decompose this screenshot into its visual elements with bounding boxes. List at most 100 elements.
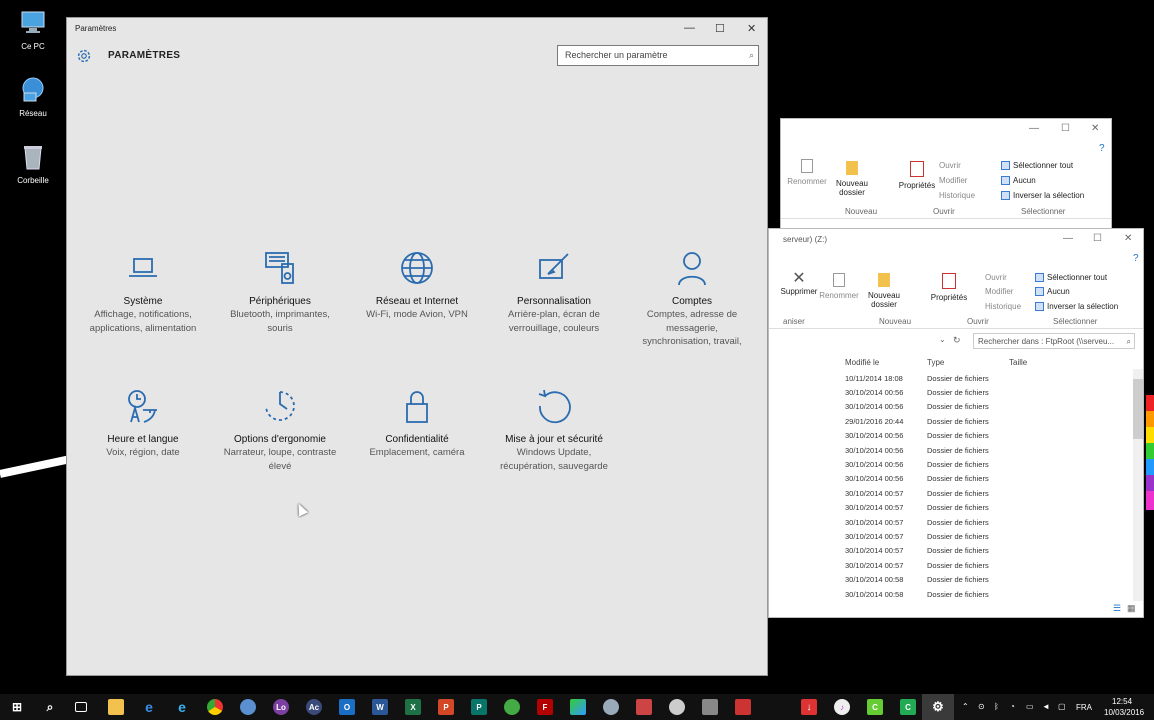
table-row[interactable]: 30/10/2014 00:57 Dossier de fichiers bbox=[845, 558, 1135, 572]
chrome-icon[interactable] bbox=[207, 699, 223, 715]
explorer-window-front[interactable]: serveur) (Z:) — ☐ ✕ ? ✕ Supprimer Renomm… bbox=[768, 228, 1144, 618]
details-view-icon[interactable]: ☰ bbox=[1113, 603, 1121, 614]
table-row[interactable]: 29/01/2016 20:44 Dossier de fichiers bbox=[845, 414, 1135, 428]
history-button[interactable]: Historique bbox=[939, 191, 975, 200]
desktop-icon-reseau[interactable]: Réseau bbox=[8, 75, 58, 118]
invert-selection-button[interactable]: Inverser la sélection bbox=[1035, 302, 1118, 311]
app-icon[interactable]: C bbox=[900, 699, 916, 715]
table-row[interactable]: 30/10/2014 00:56 Dossier de fichiers bbox=[845, 385, 1135, 399]
settings-tile-personnalisation[interactable]: Personnalisation Arrière-plan, écran de … bbox=[494, 250, 614, 335]
properties-button[interactable]: Propriétés bbox=[897, 161, 937, 190]
rename-button[interactable]: Renommer bbox=[787, 159, 827, 186]
delete-button[interactable]: ✕ Supprimer bbox=[779, 271, 819, 297]
new-folder-button[interactable]: Nouveau dossier bbox=[865, 273, 903, 309]
select-all-button[interactable]: Sélectionner tout bbox=[1001, 161, 1073, 170]
vertical-scrollbar[interactable] bbox=[1133, 369, 1143, 601]
help-icon[interactable]: ? bbox=[1133, 253, 1139, 264]
table-row[interactable]: 30/10/2014 00:57 Dossier de fichiers bbox=[845, 501, 1135, 515]
close-icon[interactable]: ✕ bbox=[747, 22, 756, 35]
settings-tile-confidentialite[interactable]: Confidentialité Emplacement, caméra bbox=[357, 388, 477, 460]
filezilla-icon[interactable]: F bbox=[537, 699, 553, 715]
settings-taskbar-icon[interactable]: ⚙ bbox=[930, 699, 946, 715]
settings-tile-mise-a-jour[interactable]: Mise à jour et sécurité Windows Update, … bbox=[494, 388, 614, 473]
search-icon[interactable]: ⌕ bbox=[42, 699, 58, 715]
new-folder-button[interactable]: Nouveau dossier bbox=[833, 161, 871, 197]
open-button[interactable]: Ouvrir bbox=[939, 161, 961, 170]
clock-time[interactable]: 12:54 bbox=[1112, 697, 1132, 706]
app-icon[interactable] bbox=[702, 699, 718, 715]
outlook-icon[interactable]: O bbox=[339, 699, 355, 715]
select-none-button[interactable]: Aucun bbox=[1035, 287, 1070, 296]
clock-date[interactable]: 10/03/2016 bbox=[1104, 708, 1144, 717]
powerpoint-icon[interactable]: P bbox=[438, 699, 454, 715]
scrollbar-thumb[interactable] bbox=[1133, 379, 1143, 439]
table-row[interactable]: 30/10/2014 00:56 Dossier de fichiers bbox=[845, 443, 1135, 457]
minimize-icon[interactable]: — bbox=[1029, 123, 1039, 134]
tray-chevron-icon[interactable]: ⌃ bbox=[962, 702, 969, 711]
settings-tile-peripheriques[interactable]: Périphériques Bluetooth, imprimantes, so… bbox=[220, 250, 340, 335]
word-icon[interactable]: W bbox=[372, 699, 388, 715]
language-indicator[interactable]: FRA bbox=[1076, 703, 1092, 712]
properties-button[interactable]: Propriétés bbox=[929, 273, 969, 302]
download-icon[interactable]: ↓ bbox=[801, 699, 817, 715]
bluetooth-tray-icon[interactable]: ᛒ bbox=[994, 702, 999, 711]
start-button[interactable]: ⊞ bbox=[9, 699, 25, 715]
table-row[interactable]: 30/10/2014 00:58 Dossier de fichiers bbox=[845, 572, 1135, 586]
file-explorer-icon[interactable] bbox=[108, 699, 124, 715]
lo-app-icon[interactable]: Lo bbox=[273, 699, 289, 715]
app-icon[interactable] bbox=[735, 699, 751, 715]
table-row[interactable]: 30/10/2014 00:56 Dossier de fichiers bbox=[845, 400, 1135, 414]
settings-tile-heure-langue[interactable]: Heure et langue Voix, région, date bbox=[83, 388, 203, 460]
search-input[interactable]: Rechercher dans : FtpRoot (\\serveu... ⌕ bbox=[973, 333, 1135, 349]
app-icon[interactable] bbox=[570, 699, 586, 715]
close-icon[interactable]: ✕ bbox=[1124, 233, 1132, 244]
table-row[interactable]: 30/10/2014 00:56 Dossier de fichiers bbox=[845, 457, 1135, 471]
app-icon[interactable]: C bbox=[867, 699, 883, 715]
column-header-modified[interactable]: Modifié le bbox=[845, 358, 927, 367]
table-row[interactable]: 30/10/2014 00:56 Dossier de fichiers bbox=[845, 472, 1135, 486]
table-row[interactable]: 30/10/2014 00:57 Dossier de fichiers bbox=[845, 544, 1135, 558]
minimize-icon[interactable]: — bbox=[684, 22, 695, 34]
table-row[interactable]: 30/10/2014 00:57 Dossier de fichiers bbox=[845, 515, 1135, 529]
maximize-icon[interactable]: ☐ bbox=[1061, 123, 1070, 134]
edit-button[interactable]: Modifier bbox=[939, 176, 967, 185]
table-row[interactable]: 30/10/2014 00:57 Dossier de fichiers bbox=[845, 529, 1135, 543]
settings-tile-comptes[interactable]: Comptes Comptes, adresse de messagerie, … bbox=[632, 250, 752, 349]
notification-icon[interactable]: ▢ bbox=[1058, 702, 1066, 711]
edit-button[interactable]: Modifier bbox=[985, 287, 1013, 296]
close-icon[interactable]: ✕ bbox=[1091, 123, 1099, 134]
settings-tile-reseau[interactable]: Réseau et Internet Wi-Fi, mode Avion, VP… bbox=[357, 250, 477, 322]
desktop-icon-corbeille[interactable]: Corbeille bbox=[8, 142, 58, 185]
excel-icon[interactable]: X bbox=[405, 699, 421, 715]
column-header-type[interactable]: Type bbox=[927, 358, 1009, 367]
refresh-icon[interactable]: ↻ bbox=[953, 335, 961, 346]
title-bar[interactable]: — ☐ ✕ bbox=[781, 119, 1111, 141]
minimize-icon[interactable]: — bbox=[1063, 233, 1073, 244]
publisher-icon[interactable]: P bbox=[471, 699, 487, 715]
network-tray-icon[interactable]: ▭ bbox=[1026, 702, 1034, 711]
table-row[interactable]: 30/10/2014 00:56 Dossier de fichiers bbox=[845, 429, 1135, 443]
app-icon[interactable] bbox=[669, 699, 685, 715]
search-input[interactable]: Rechercher un paramètre ⌕ bbox=[557, 45, 759, 66]
maximize-icon[interactable]: ☐ bbox=[1093, 233, 1102, 244]
select-all-button[interactable]: Sélectionner tout bbox=[1035, 273, 1107, 282]
invert-selection-button[interactable]: Inverser la sélection bbox=[1001, 191, 1084, 200]
large-icons-view-icon[interactable]: ▦ bbox=[1127, 603, 1136, 614]
select-none-button[interactable]: Aucun bbox=[1001, 176, 1036, 185]
table-row[interactable]: 10/11/2014 18:08 Dossier de fichiers bbox=[845, 371, 1135, 385]
dropdown-icon[interactable]: ⌄ bbox=[939, 335, 946, 344]
wifi-icon[interactable]: ◔ bbox=[1010, 702, 1015, 711]
maximize-icon[interactable]: ☐ bbox=[715, 22, 725, 35]
ie-icon[interactable]: e bbox=[174, 699, 190, 715]
volume-icon[interactable]: ◄ bbox=[1042, 702, 1050, 711]
app-icon[interactable] bbox=[504, 699, 520, 715]
edge-icon[interactable]: e bbox=[141, 699, 157, 715]
app-icon[interactable] bbox=[636, 699, 652, 715]
history-button[interactable]: Historique bbox=[985, 302, 1021, 311]
rename-button[interactable]: Renommer bbox=[819, 273, 859, 300]
tray-app-icon[interactable]: ⊙ bbox=[978, 702, 985, 711]
desktop-icon-ce-pc[interactable]: Ce PC bbox=[8, 8, 58, 51]
table-row[interactable]: 30/10/2014 00:57 Dossier de fichiers bbox=[845, 486, 1135, 500]
app-icon[interactable] bbox=[240, 699, 256, 715]
table-row[interactable]: 30/10/2014 00:58 Dossier de fichiers bbox=[845, 587, 1135, 601]
